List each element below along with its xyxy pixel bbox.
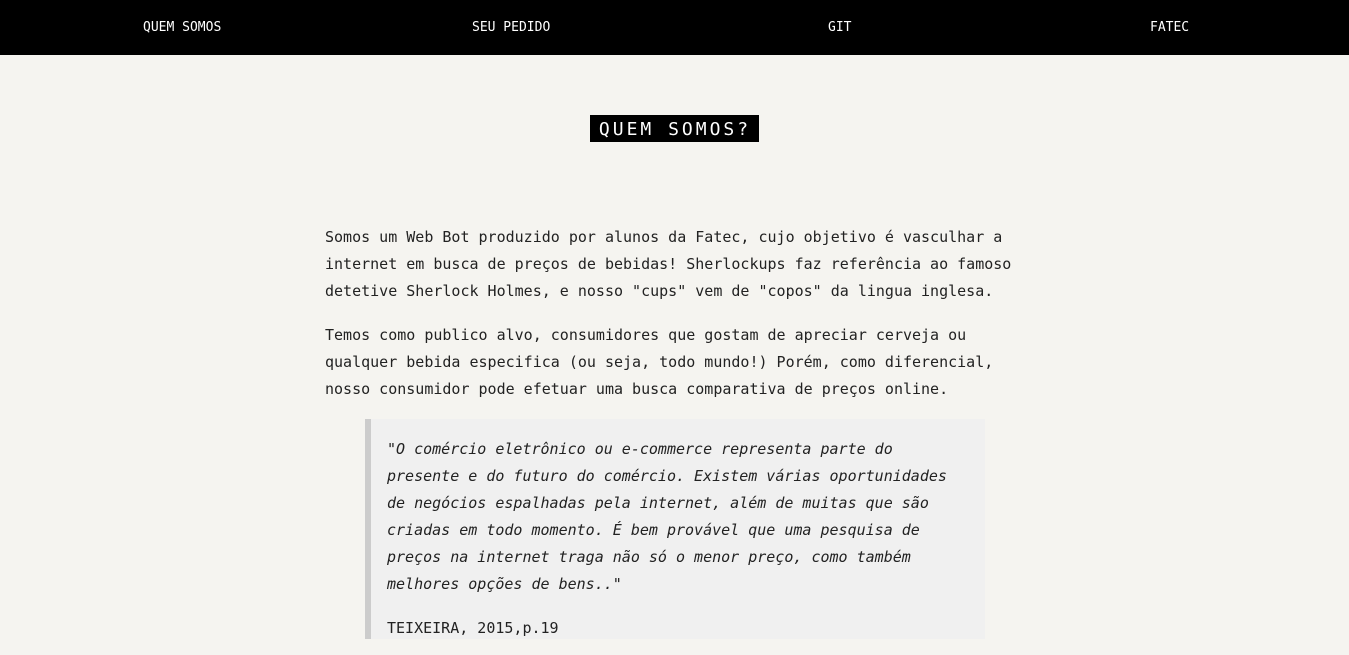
nav-link-git[interactable]: GIT: [828, 0, 851, 55]
intro-paragraph: Somos um Web Bot produzido por alunos da…: [325, 228, 1012, 300]
nav-link-seu-pedido[interactable]: SEU PEDIDO: [472, 0, 550, 55]
title-section: QUEM SOMOS?: [0, 115, 1349, 142]
audience-paragraph: Temos como publico alvo, consumidores qu…: [325, 326, 994, 398]
nav-link-quem-somos[interactable]: QUEM SOMOS: [143, 0, 221, 55]
quote-citation: TEIXEIRA, 2015,p.19: [387, 619, 559, 637]
quote-block: "O comércio eletrônico ou e-commerce rep…: [365, 419, 985, 639]
page-title: QUEM SOMOS?: [589, 115, 760, 142]
nav-link-fatec[interactable]: FATEC: [1150, 0, 1189, 55]
top-navigation: QUEM SOMOS SEU PEDIDO GIT FATEC: [0, 0, 1349, 55]
about-content: Somos um Web Bot produzido por alunos da…: [325, 224, 1025, 655]
quote-text: "O comércio eletrônico ou e-commerce rep…: [387, 440, 947, 593]
